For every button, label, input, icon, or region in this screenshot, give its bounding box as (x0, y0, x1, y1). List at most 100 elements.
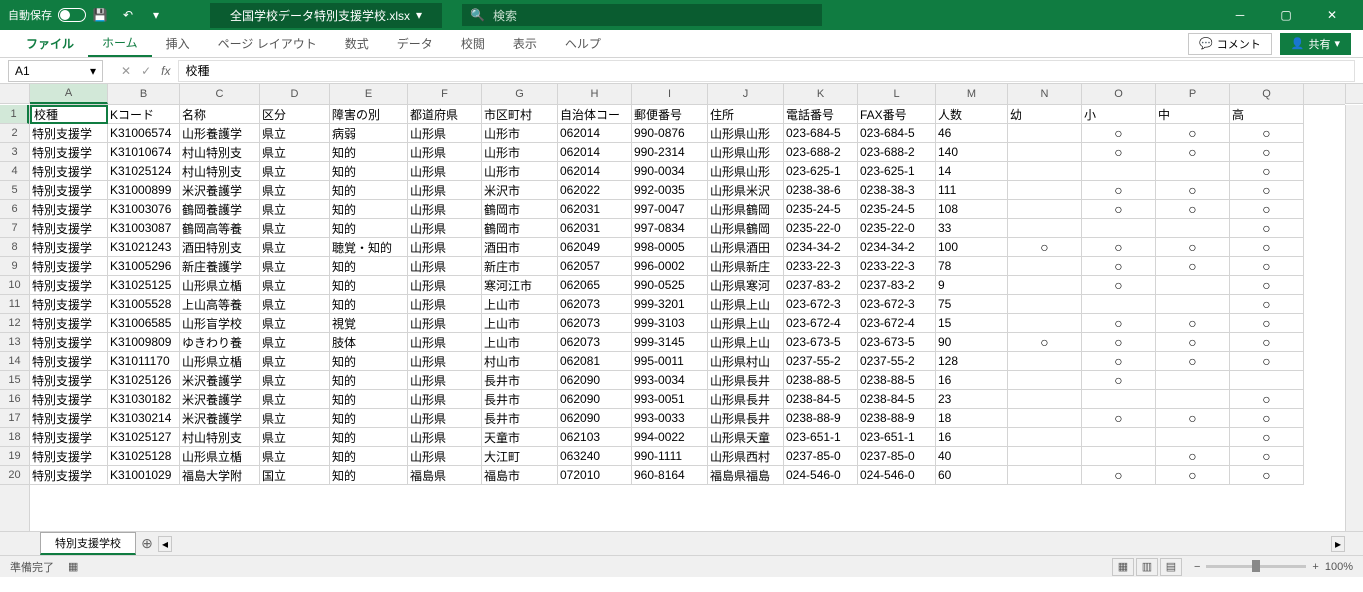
column-header[interactable]: L (858, 84, 936, 104)
cell[interactable]: 993-0033 (632, 409, 708, 428)
cell[interactable]: 111 (936, 181, 1008, 200)
cell[interactable] (1156, 219, 1230, 238)
row-header[interactable]: 19 (0, 447, 29, 466)
row-header[interactable]: 16 (0, 390, 29, 409)
cell[interactable]: ○ (1082, 124, 1156, 143)
cell[interactable] (1156, 371, 1230, 390)
cell[interactable] (1008, 276, 1082, 295)
zoom-control[interactable]: − + 100% (1194, 561, 1353, 573)
cell[interactable]: K31025127 (108, 428, 180, 447)
cell[interactable]: ○ (1082, 200, 1156, 219)
cell[interactable]: K31025125 (108, 276, 180, 295)
cell[interactable]: 山形県立楯 (180, 352, 260, 371)
cell[interactable]: 0233-22-3 (858, 257, 936, 276)
tab-review[interactable]: 校閲 (447, 30, 499, 57)
cell[interactable]: 995-0011 (632, 352, 708, 371)
cell[interactable]: ○ (1230, 295, 1304, 314)
cell[interactable]: ○ (1230, 143, 1304, 162)
cell[interactable]: 062014 (558, 143, 632, 162)
cell[interactable]: ○ (1230, 162, 1304, 181)
column-header[interactable]: Q (1230, 84, 1304, 104)
cell[interactable]: 県立 (260, 219, 330, 238)
accessibility-icon[interactable]: ▦ (68, 560, 78, 573)
cell[interactable]: 県立 (260, 276, 330, 295)
cell[interactable]: 063240 (558, 447, 632, 466)
cell[interactable]: 0238-84-5 (858, 390, 936, 409)
cell[interactable]: 993-0051 (632, 390, 708, 409)
cell[interactable]: 上山高等養 (180, 295, 260, 314)
cell[interactable] (1082, 447, 1156, 466)
cell[interactable]: ○ (1230, 428, 1304, 447)
cell[interactable]: 993-0034 (632, 371, 708, 390)
cell[interactable]: ○ (1156, 352, 1230, 371)
cell[interactable]: ○ (1230, 333, 1304, 352)
cell[interactable]: 山形県米沢 (708, 181, 784, 200)
cell[interactable]: 0235-22-0 (784, 219, 858, 238)
cell[interactable]: 県立 (260, 371, 330, 390)
cell[interactable]: K31011170 (108, 352, 180, 371)
scroll-left-icon[interactable]: ◂ (158, 536, 172, 552)
row-header[interactable]: 13 (0, 333, 29, 352)
cell[interactable]: 062090 (558, 371, 632, 390)
cell[interactable]: 福島大学附 (180, 466, 260, 485)
cell[interactable] (1008, 409, 1082, 428)
cell[interactable]: 県立 (260, 181, 330, 200)
cell[interactable]: 特別支援学 (30, 219, 108, 238)
cell[interactable]: ゆきわり養 (180, 333, 260, 352)
cell[interactable]: 山形県鶴岡 (708, 200, 784, 219)
cell[interactable]: 0235-22-0 (858, 219, 936, 238)
cell[interactable]: ○ (1156, 333, 1230, 352)
cell[interactable]: ○ (1082, 466, 1156, 485)
cell[interactable]: 999-3201 (632, 295, 708, 314)
cell[interactable]: 78 (936, 257, 1008, 276)
cell[interactable]: 病弱 (330, 124, 408, 143)
zoom-in-icon[interactable]: + (1312, 561, 1318, 573)
cell[interactable]: 山形県村山 (708, 352, 784, 371)
redo-icon[interactable]: ▾ (146, 5, 166, 25)
cell[interactable]: 知的 (330, 295, 408, 314)
cell[interactable]: 知的 (330, 276, 408, 295)
cell[interactable] (1008, 352, 1082, 371)
autosave-toggle[interactable]: 自動保存 (8, 7, 86, 23)
cell[interactable]: 062057 (558, 257, 632, 276)
cell[interactable]: 特別支援学 (30, 371, 108, 390)
cell[interactable] (1008, 428, 1082, 447)
cell[interactable]: 上山市 (482, 333, 558, 352)
cell[interactable]: 高 (1230, 105, 1304, 124)
cell[interactable]: 山形県 (408, 352, 482, 371)
cell[interactable]: 062049 (558, 238, 632, 257)
cell[interactable]: K31025124 (108, 162, 180, 181)
cell[interactable]: 肢体 (330, 333, 408, 352)
cell[interactable]: 023-672-3 (784, 295, 858, 314)
cell[interactable]: ○ (1156, 409, 1230, 428)
cell[interactable]: K31005296 (108, 257, 180, 276)
cell[interactable]: 024-546-0 (784, 466, 858, 485)
cell[interactable]: ○ (1156, 257, 1230, 276)
cell[interactable]: ○ (1230, 409, 1304, 428)
cell[interactable]: 県立 (260, 428, 330, 447)
grid-body[interactable]: 校種Kコード名称区分障害の別都道府県市区町村自治体コー郵便番号住所電話番号FAX… (30, 105, 1345, 531)
cell[interactable]: 山形市 (482, 143, 558, 162)
cell[interactable]: ○ (1230, 276, 1304, 295)
cell[interactable] (1008, 181, 1082, 200)
cell[interactable]: K31010674 (108, 143, 180, 162)
cell[interactable]: 山形県新庄 (708, 257, 784, 276)
cell[interactable]: 特別支援学 (30, 352, 108, 371)
row-header[interactable]: 7 (0, 219, 29, 238)
cell[interactable]: 新庄養護学 (180, 257, 260, 276)
cell[interactable]: 山形県立楯 (180, 447, 260, 466)
cell[interactable]: 062090 (558, 390, 632, 409)
cell[interactable]: 山形盲学校 (180, 314, 260, 333)
cell[interactable]: K31003076 (108, 200, 180, 219)
cell[interactable]: ○ (1082, 276, 1156, 295)
column-header[interactable]: C (180, 84, 260, 104)
row-header[interactable]: 12 (0, 314, 29, 333)
cell[interactable]: 知的 (330, 143, 408, 162)
cell[interactable]: 市区町村 (482, 105, 558, 124)
cell[interactable]: 023-688-2 (784, 143, 858, 162)
cell[interactable]: ○ (1156, 314, 1230, 333)
cell[interactable]: 特別支援学 (30, 238, 108, 257)
cell[interactable]: 特別支援学 (30, 143, 108, 162)
cell[interactable]: ○ (1008, 238, 1082, 257)
cell[interactable] (1082, 295, 1156, 314)
